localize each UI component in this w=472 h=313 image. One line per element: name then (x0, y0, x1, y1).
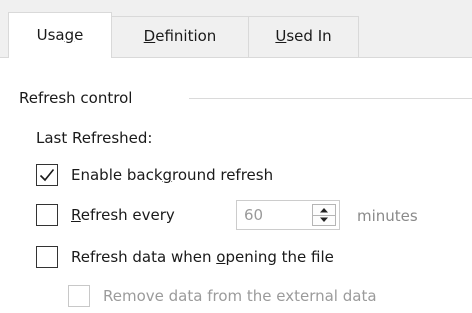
refresh-on-open-checkbox[interactable] (36, 246, 58, 268)
arrow-down-icon (320, 217, 328, 222)
check-icon (39, 168, 55, 182)
refresh-interval-spinner[interactable]: 60 (236, 200, 340, 230)
tab-usage-label: Usage (36, 26, 84, 44)
last-refreshed-label: Last Refreshed: (36, 129, 153, 147)
enable-background-refresh-label: Enable background refresh (71, 166, 274, 184)
remove-external-data-checkbox (68, 285, 90, 307)
spinner-down-button[interactable] (313, 215, 335, 225)
tab-used-in[interactable]: Used In (248, 16, 359, 57)
minutes-unit-label: minutes (357, 207, 418, 225)
tab-definition[interactable]: Definition (111, 16, 249, 57)
refresh-interval-value[interactable]: 60 (244, 201, 263, 229)
refresh-on-open-label: Refresh data when opening the file (71, 248, 334, 266)
remove-external-data-label: Remove data from the external data (103, 287, 377, 305)
enable-background-refresh-option[interactable]: Enable background refresh (36, 163, 273, 187)
tab-bar: Usage Definition Used In (0, 0, 472, 58)
spinner-buttons (312, 204, 336, 226)
enable-background-refresh-checkbox[interactable] (36, 164, 58, 186)
refresh-control-group-label: Refresh control (19, 89, 133, 107)
refresh-every-label: Refresh every (71, 206, 175, 224)
tab-used-in-label: Used In (275, 27, 332, 45)
arrow-up-icon (320, 208, 328, 213)
remove-external-data-option: Remove data from the external data (68, 284, 377, 308)
refresh-on-open-option[interactable]: Refresh data when opening the file (36, 245, 334, 269)
tab-definition-label: Definition (143, 27, 217, 45)
spinner-up-button[interactable] (313, 205, 335, 215)
refresh-every-option[interactable]: Refresh every (36, 203, 175, 227)
group-divider (189, 98, 472, 99)
tab-usage[interactable]: Usage (8, 12, 112, 58)
refresh-every-checkbox[interactable] (36, 204, 58, 226)
